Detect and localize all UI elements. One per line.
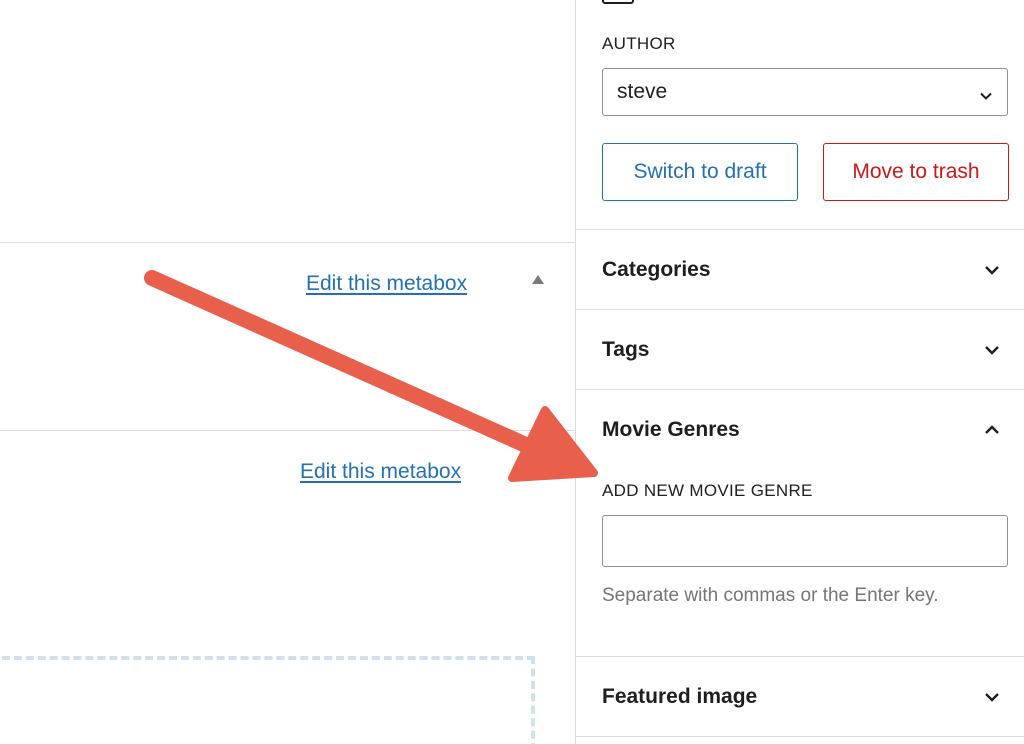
- metabox-divider: [0, 242, 575, 243]
- move-to-trash-button[interactable]: Move to trash: [823, 143, 1009, 201]
- panel-tags[interactable]: Tags: [576, 309, 1024, 389]
- panel-categories[interactable]: Categories: [576, 229, 1024, 309]
- author-select[interactable]: steve: [602, 68, 1008, 116]
- block-drop-zone[interactable]: [0, 656, 535, 744]
- chevron-up-icon: [983, 421, 1001, 439]
- metabox-divider: [0, 430, 575, 431]
- panel-featured-image[interactable]: Featured image: [576, 656, 1024, 736]
- settings-sidebar: AUTHOR steve Switch to draft Move to tra…: [575, 0, 1024, 744]
- edit-metabox-link-1[interactable]: Edit this metabox: [306, 272, 467, 296]
- panel-title-categories: Categories: [602, 257, 711, 281]
- panel-divider: [576, 736, 1024, 737]
- movie-genre-help-text: Separate with commas or the Enter key.: [602, 585, 939, 606]
- chevron-down-icon: [983, 688, 1001, 706]
- edit-metabox-link-2[interactable]: Edit this metabox: [300, 460, 461, 484]
- author-select-value: steve: [617, 80, 668, 103]
- panel-title-movie-genres: Movie Genres: [602, 417, 740, 441]
- chevron-down-icon: [983, 261, 1001, 279]
- editor-main-area: Edit this metabox Edit this metabox: [0, 0, 575, 744]
- chevron-down-icon: [983, 341, 1001, 359]
- chevron-down-icon: [979, 85, 993, 100]
- panel-movie-genres[interactable]: Movie Genres: [576, 389, 1024, 469]
- panel-title-featured-image: Featured image: [602, 684, 758, 708]
- switch-to-draft-button[interactable]: Switch to draft: [602, 143, 798, 201]
- author-label: AUTHOR: [602, 34, 676, 53]
- checkbox[interactable]: [602, 0, 634, 4]
- add-movie-genre-input[interactable]: [602, 515, 1008, 567]
- triangle-up-icon[interactable]: [532, 275, 544, 284]
- panel-title-tags: Tags: [602, 337, 650, 361]
- add-movie-genre-label: ADD NEW MOVIE GENRE: [602, 481, 813, 500]
